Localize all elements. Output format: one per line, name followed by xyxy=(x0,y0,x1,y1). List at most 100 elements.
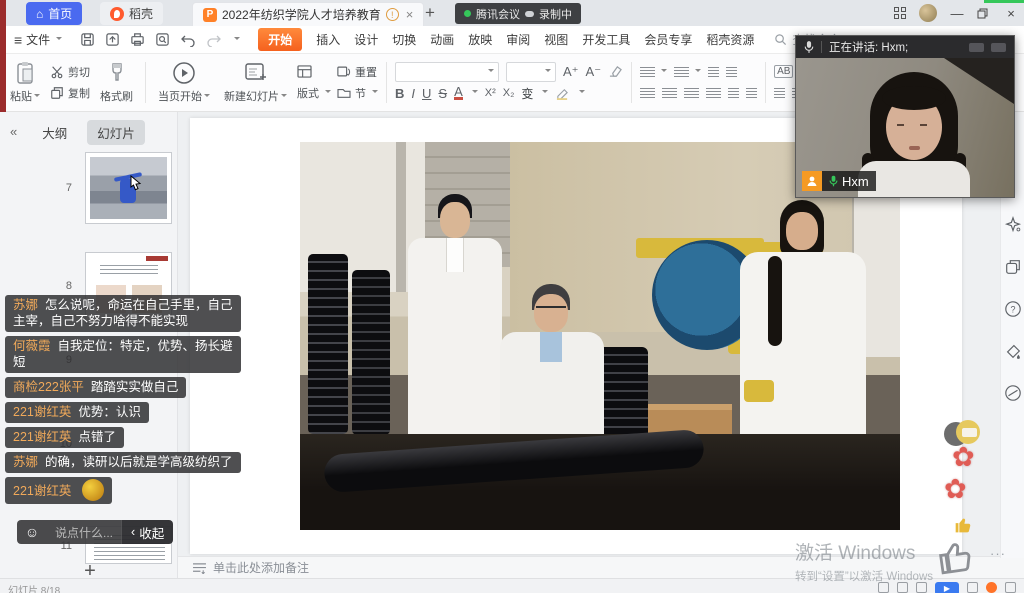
redo-icon[interactable] xyxy=(206,33,222,47)
mouse-cursor xyxy=(130,175,142,191)
participant-video-feed: Hxm xyxy=(796,58,1014,197)
docer-icon xyxy=(110,7,124,21)
paste-button[interactable]: 粘贴 xyxy=(6,58,44,107)
chat-message: 苏娜怎么说呢，命运在自己手里，自己主宰，自己不努力啥得不能实现 xyxy=(5,295,241,332)
justify-button[interactable] xyxy=(706,88,721,99)
speaking-label: 正在讲话: Hxm; xyxy=(829,39,908,55)
decrease-indent-button[interactable] xyxy=(708,61,719,83)
tab-home[interactable]: ⌂ 首页 xyxy=(26,2,82,25)
font-name-select[interactable] xyxy=(395,62,499,82)
collapse-chat-button[interactable]: ‹ 收起 xyxy=(121,520,173,544)
cut-button[interactable]: 剪切 xyxy=(50,61,90,83)
font-color-button[interactable]: A xyxy=(454,86,463,100)
meeting-chat-overlay: 苏娜怎么说呢，命运在自己手里，自己主宰，自己不努力啥得不能实现 何薇霞自我定位：… xyxy=(5,295,247,544)
restore-button[interactable] xyxy=(977,8,991,19)
header-control-blob[interactable] xyxy=(969,43,984,52)
subscript-button[interactable]: X₂ xyxy=(503,87,515,99)
participant-mouth xyxy=(909,146,920,150)
increase-indent-button[interactable] xyxy=(726,61,737,83)
superscript-button[interactable]: X² xyxy=(485,87,496,99)
document-title: 2022年纺织学院人才培养教育 xyxy=(222,6,381,23)
menu-tab-design[interactable]: 设计 xyxy=(354,31,378,48)
text-direction-button[interactable]: AB xyxy=(774,65,793,78)
save-icon[interactable] xyxy=(80,32,95,47)
font-size-select[interactable] xyxy=(506,62,556,82)
bullet-list-button[interactable] xyxy=(640,61,667,83)
menu-tab-member[interactable]: 会员专享 xyxy=(644,31,692,48)
outline-tab[interactable]: 大纲 xyxy=(32,120,77,145)
menu-tab-animation[interactable]: 动画 xyxy=(430,31,454,48)
numbered-list-button[interactable] xyxy=(674,61,701,83)
chat-message: 221谢红英 xyxy=(5,477,112,504)
collapse-arrow-icon: ‹ xyxy=(131,525,135,539)
layout-icon-button[interactable] xyxy=(297,61,331,83)
preview-icon[interactable] xyxy=(155,32,170,47)
participant-bangs xyxy=(882,86,946,110)
chat-message: 221谢红英点错了 xyxy=(5,427,124,448)
thumb8-banner xyxy=(146,256,168,261)
format-painter-button[interactable]: 格式刷 xyxy=(96,58,137,107)
close-window-button[interactable]: × xyxy=(1004,6,1018,21)
chat-input-field[interactable]: 说点什么... xyxy=(47,520,121,544)
menu-tab-review[interactable]: 审阅 xyxy=(506,31,530,48)
help-icon[interactable]: ? xyxy=(1004,300,1022,318)
minimize-button[interactable]: — xyxy=(950,6,964,21)
export-icon[interactable] xyxy=(105,32,120,47)
menu-file[interactable]: ≡ 文件 xyxy=(14,31,62,48)
video-window-header[interactable]: 正在讲话: Hxm; xyxy=(796,36,1014,58)
meeting-video-window[interactable]: 正在讲话: Hxm; Hxm xyxy=(795,35,1015,198)
left-edge-sliver xyxy=(0,0,6,112)
thumbs-up-button[interactable] xyxy=(931,533,978,580)
highlight-pen-icon[interactable] xyxy=(555,87,570,100)
tencent-meeting-pill[interactable]: 腾讯会议 录制中 xyxy=(455,3,581,24)
copy-button[interactable]: 复制 xyxy=(50,83,90,105)
menu-tab-view[interactable]: 视图 xyxy=(544,31,568,48)
slides-tab[interactable]: 幻灯片 xyxy=(87,120,145,145)
menu-tab-slideshow[interactable]: 放映 xyxy=(468,31,492,48)
paint-bucket-icon[interactable] xyxy=(1004,342,1022,360)
underline-button[interactable]: U xyxy=(422,86,431,101)
participant-name: Hxm xyxy=(842,174,869,189)
chat-message: 商检222张平踏踏实实做自己 xyxy=(5,377,186,398)
align-left-button[interactable] xyxy=(640,88,655,99)
italic-button[interactable]: I xyxy=(411,86,415,101)
clear-format-icon[interactable] xyxy=(608,65,623,78)
tab-docer[interactable]: 稻壳 xyxy=(100,2,163,25)
tab-document[interactable]: P 2022年纺织学院人才培养教育 ! × xyxy=(192,2,424,26)
emoji-button[interactable]: ☺ xyxy=(17,520,47,544)
play-from-current-button[interactable]: 当页开始 xyxy=(154,58,214,107)
strikethrough-button[interactable]: S xyxy=(438,86,447,101)
undo-icon[interactable] xyxy=(180,33,196,47)
circle-slash-icon[interactable] xyxy=(1004,384,1022,402)
close-tab-icon[interactable]: × xyxy=(406,7,414,22)
print-icon[interactable] xyxy=(130,32,145,47)
layout-button[interactable]: 版式 xyxy=(297,83,331,105)
section-button[interactable]: 节 xyxy=(337,83,378,105)
menu-tab-insert[interactable]: 插入 xyxy=(316,31,340,48)
app-grid-icon[interactable] xyxy=(894,7,906,19)
line-spacing-button[interactable] xyxy=(746,88,757,99)
align-right-button[interactable] xyxy=(684,88,699,99)
new-slide-button[interactable]: 新建幻灯片 xyxy=(220,58,291,107)
menu-tab-home[interactable]: 开始 xyxy=(258,28,302,51)
header-control-blob[interactable] xyxy=(991,43,1006,52)
user-avatar[interactable] xyxy=(919,4,937,22)
distribute-button[interactable] xyxy=(728,88,739,99)
menu-tab-transition[interactable]: 切换 xyxy=(392,31,416,48)
bold-button[interactable]: B xyxy=(395,86,404,101)
new-tab-button[interactable]: + xyxy=(420,3,440,23)
slide-counter: 幻灯片 8/18 xyxy=(8,582,60,593)
align-center-button[interactable] xyxy=(662,88,677,99)
row-spacing-button[interactable] xyxy=(774,88,785,99)
decrease-font-button[interactable]: A⁻ xyxy=(586,64,602,80)
slide-thumbnail-7[interactable] xyxy=(85,152,172,224)
menu-tab-devtools[interactable]: 开发工具 xyxy=(582,31,630,48)
menu-tab-docer-res[interactable]: 稻壳资源 xyxy=(706,31,754,48)
magic-star-icon[interactable] xyxy=(1004,216,1022,234)
reset-button[interactable]: 重置 xyxy=(337,61,378,83)
increase-font-button[interactable]: A⁺ xyxy=(563,64,579,80)
toolbar-options-caret[interactable] xyxy=(234,37,240,43)
layers-icon[interactable] xyxy=(1004,258,1022,276)
text-effect-button[interactable]: 变 xyxy=(521,85,533,102)
more-reactions-button[interactable]: ··· xyxy=(990,546,1006,561)
